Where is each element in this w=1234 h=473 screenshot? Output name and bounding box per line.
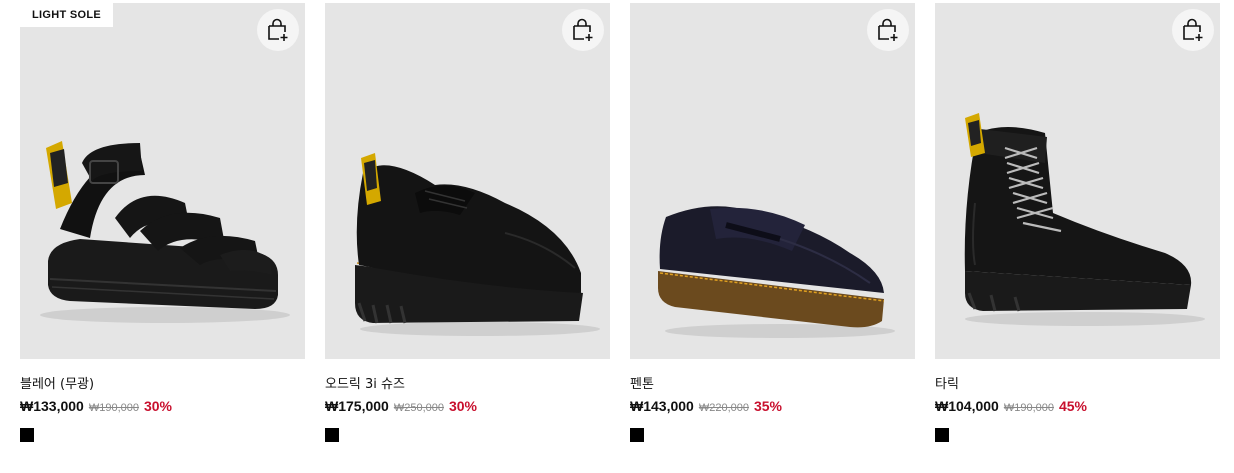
product-image	[964, 113, 1205, 326]
discount-percent: 35%	[753, 398, 783, 414]
add-to-cart-icon	[1183, 18, 1203, 41]
color-swatch[interactable]	[20, 428, 34, 442]
sale-price: ₩133,000	[20, 398, 84, 414]
product-image-link[interactable]	[325, 3, 610, 359]
add-to-cart-button[interactable]	[1172, 9, 1214, 51]
price-row: ₩143,000 ₩220,000 35%	[630, 398, 915, 416]
product-grid: LIGHT SOLE 블레어 (무광) ₩133,000 ₩190,000 30…	[0, 0, 1234, 473]
color-swatch[interactable]	[935, 428, 949, 442]
color-swatch[interactable]	[630, 428, 644, 442]
original-price: ₩190,000	[1003, 402, 1054, 414]
add-to-cart-button[interactable]	[562, 9, 604, 51]
add-to-cart-button[interactable]	[867, 9, 909, 51]
original-price: ₩190,000	[88, 402, 139, 414]
price-row: ₩104,000 ₩190,000 45%	[935, 398, 1220, 416]
product-image	[355, 153, 600, 336]
product-card: 타릭 ₩104,000 ₩190,000 45%	[935, 0, 1220, 442]
product-image-link[interactable]	[630, 3, 915, 359]
product-card: 오드릭 3i 슈즈 ₩175,000 ₩250,000 30%	[325, 0, 610, 442]
add-to-cart-icon	[573, 18, 593, 41]
add-to-cart-icon	[878, 18, 898, 41]
product-name[interactable]: 펜톤	[630, 373, 915, 392]
sale-price: ₩104,000	[935, 398, 999, 414]
product-name[interactable]: 오드릭 3i 슈즈	[325, 373, 610, 392]
product-image	[40, 141, 290, 323]
sale-price: ₩143,000	[630, 398, 694, 414]
product-name[interactable]: 타릭	[935, 373, 1220, 392]
price-row: ₩133,000 ₩190,000 30%	[20, 398, 305, 416]
discount-percent: 45%	[1058, 398, 1088, 414]
product-badge: LIGHT SOLE	[20, 3, 113, 27]
discount-percent: 30%	[143, 398, 173, 414]
original-price: ₩250,000	[393, 402, 444, 414]
product-name[interactable]: 블레어 (무광)	[20, 373, 305, 392]
color-swatch[interactable]	[325, 428, 339, 442]
discount-percent: 30%	[448, 398, 478, 414]
price-row: ₩175,000 ₩250,000 30%	[325, 398, 610, 416]
product-card: LIGHT SOLE 블레어 (무광) ₩133,000 ₩190,000 30…	[20, 0, 305, 442]
product-card: 펜톤 ₩143,000 ₩220,000 35%	[630, 0, 915, 442]
sale-price: ₩175,000	[325, 398, 389, 414]
product-image	[658, 206, 895, 338]
original-price: ₩220,000	[698, 402, 749, 414]
add-to-cart-icon	[268, 18, 288, 41]
product-image-link[interactable]	[935, 3, 1220, 359]
product-image-link[interactable]: LIGHT SOLE	[20, 3, 305, 359]
add-to-cart-button[interactable]	[257, 9, 299, 51]
